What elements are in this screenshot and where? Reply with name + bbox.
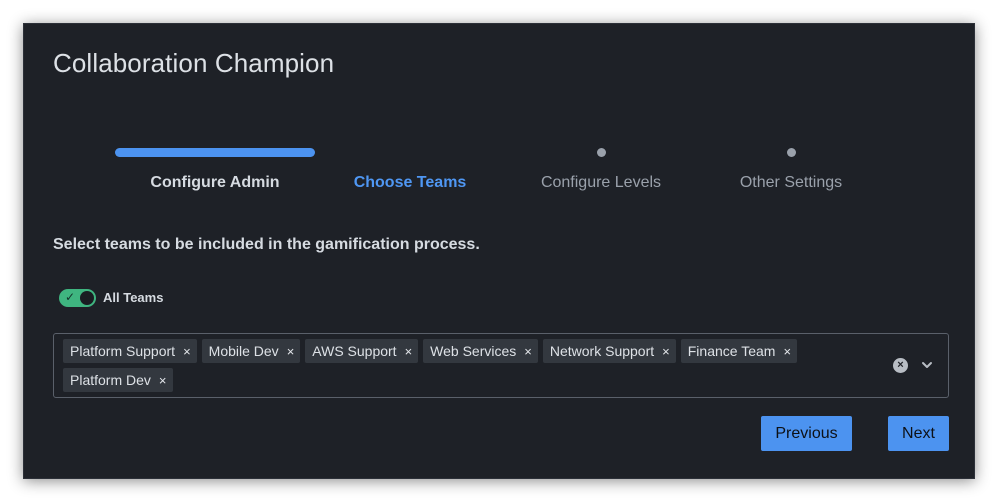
dialog: Collaboration Champion Configure Admin C… (23, 23, 975, 479)
clear-selection-icon[interactable]: × (893, 358, 908, 373)
selected-teams: Platform Support × Mobile Dev × AWS Suppor… (63, 339, 883, 392)
chip-label: Finance Team (687, 343, 776, 359)
chip-label: Platform Support (70, 343, 176, 359)
previous-button[interactable]: Previous (761, 416, 852, 451)
chip-label: AWS Support (312, 343, 397, 359)
remove-chip-icon[interactable]: × (405, 344, 413, 359)
team-chip: Finance Team × (680, 339, 798, 363)
step-dot (597, 148, 606, 157)
team-chip: Mobile Dev × (201, 339, 301, 363)
remove-chip-icon[interactable]: × (287, 344, 295, 359)
step-other-settings[interactable]: Other Settings (691, 148, 891, 198)
chip-label: Mobile Dev (208, 343, 279, 359)
instruction-text: Select teams to be included in the gamif… (53, 236, 480, 253)
check-icon: ✓ (65, 290, 76, 304)
toggle-knob (80, 291, 94, 305)
step-progress-bar (115, 148, 315, 157)
remove-chip-icon[interactable]: × (662, 344, 670, 359)
step-label: Other Settings (739, 174, 843, 191)
remove-chip-icon[interactable]: × (159, 373, 167, 388)
step-label: Choose Teams (353, 174, 467, 191)
step-choose-teams[interactable]: Choose Teams (310, 148, 510, 198)
step-configure-levels[interactable]: Configure Levels (501, 148, 701, 198)
remove-chip-icon[interactable]: × (183, 344, 191, 359)
next-button[interactable]: Next (888, 416, 949, 451)
dialog-title: Collaboration Champion (53, 48, 335, 78)
chip-label: Web Services (430, 343, 517, 359)
remove-chip-icon[interactable]: × (524, 344, 532, 359)
team-chip: Platform Support × (63, 339, 197, 363)
step-dot (787, 148, 796, 157)
team-chip: Platform Dev × (63, 368, 173, 392)
team-chip: Web Services × (423, 339, 538, 363)
step-label: Configure Levels (540, 174, 662, 191)
step-configure-admin[interactable]: Configure Admin (115, 148, 315, 198)
step-label: Configure Admin (150, 174, 280, 191)
team-chip: Network Support × (542, 339, 676, 363)
team-chip: AWS Support × (305, 339, 419, 363)
chip-label: Network Support (549, 343, 655, 359)
chevron-down-icon[interactable] (920, 358, 934, 372)
teams-multiselect[interactable]: Platform Support × Mobile Dev × AWS Suppor… (53, 333, 949, 398)
chip-label: Platform Dev (70, 372, 151, 388)
remove-chip-icon[interactable]: × (783, 344, 791, 359)
all-teams-toggle[interactable]: ✓ (59, 289, 96, 307)
all-teams-label: All Teams (103, 290, 164, 305)
